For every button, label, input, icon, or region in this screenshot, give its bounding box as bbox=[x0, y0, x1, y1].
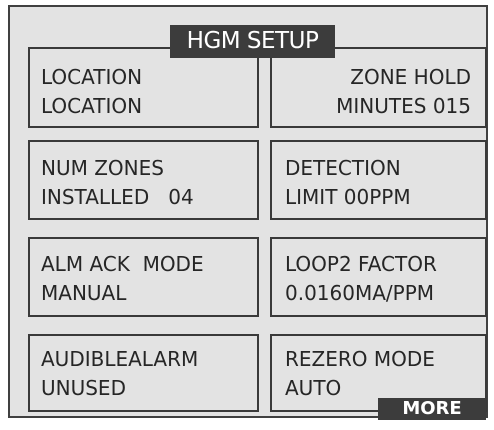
num-zones-field-label: NUM ZONES bbox=[41, 156, 164, 180]
num-zones-field[interactable]: NUM ZONES INSTALLED 04 bbox=[28, 140, 259, 220]
alarm-ack-mode-field-label: ALM ACK MODE bbox=[41, 252, 204, 276]
loop2-factor-field[interactable]: LOOP2 FACTOR 0.0160MA/PPM bbox=[270, 237, 487, 317]
loop2-factor-field-label: LOOP2 FACTOR bbox=[285, 252, 437, 276]
alarm-ack-mode-field-value: MANUAL bbox=[41, 281, 127, 305]
alarm-ack-mode-field[interactable]: ALM ACK MODE MANUAL bbox=[28, 237, 259, 317]
audible-alarm-field[interactable]: AUDIBLEALARM UNUSED bbox=[28, 334, 259, 412]
zone-hold-field[interactable]: ZONE HOLD MINUTES 015 bbox=[270, 47, 487, 128]
screen-title: HGM SETUP bbox=[170, 25, 335, 58]
more-button[interactable]: MORE bbox=[378, 398, 486, 420]
zone-hold-field-label: ZONE HOLD bbox=[350, 65, 471, 89]
location-field[interactable]: LOCATION LOCATION bbox=[28, 47, 259, 128]
detection-limit-field[interactable]: DETECTION LIMIT 00PPM bbox=[270, 140, 487, 220]
detection-limit-field-value: LIMIT 00PPM bbox=[285, 185, 411, 209]
audible-alarm-field-value: UNUSED bbox=[41, 376, 126, 400]
location-field-value: LOCATION bbox=[41, 94, 143, 118]
detection-limit-field-label: DETECTION bbox=[285, 156, 401, 180]
location-field-label: LOCATION bbox=[41, 65, 143, 89]
num-zones-field-value: INSTALLED 04 bbox=[41, 185, 194, 209]
rezero-mode-field-label: REZERO MODE bbox=[285, 347, 435, 371]
zone-hold-field-value: MINUTES 015 bbox=[336, 94, 471, 118]
loop2-factor-field-value: 0.0160MA/PPM bbox=[285, 281, 435, 305]
audible-alarm-field-label: AUDIBLEALARM bbox=[41, 347, 199, 371]
